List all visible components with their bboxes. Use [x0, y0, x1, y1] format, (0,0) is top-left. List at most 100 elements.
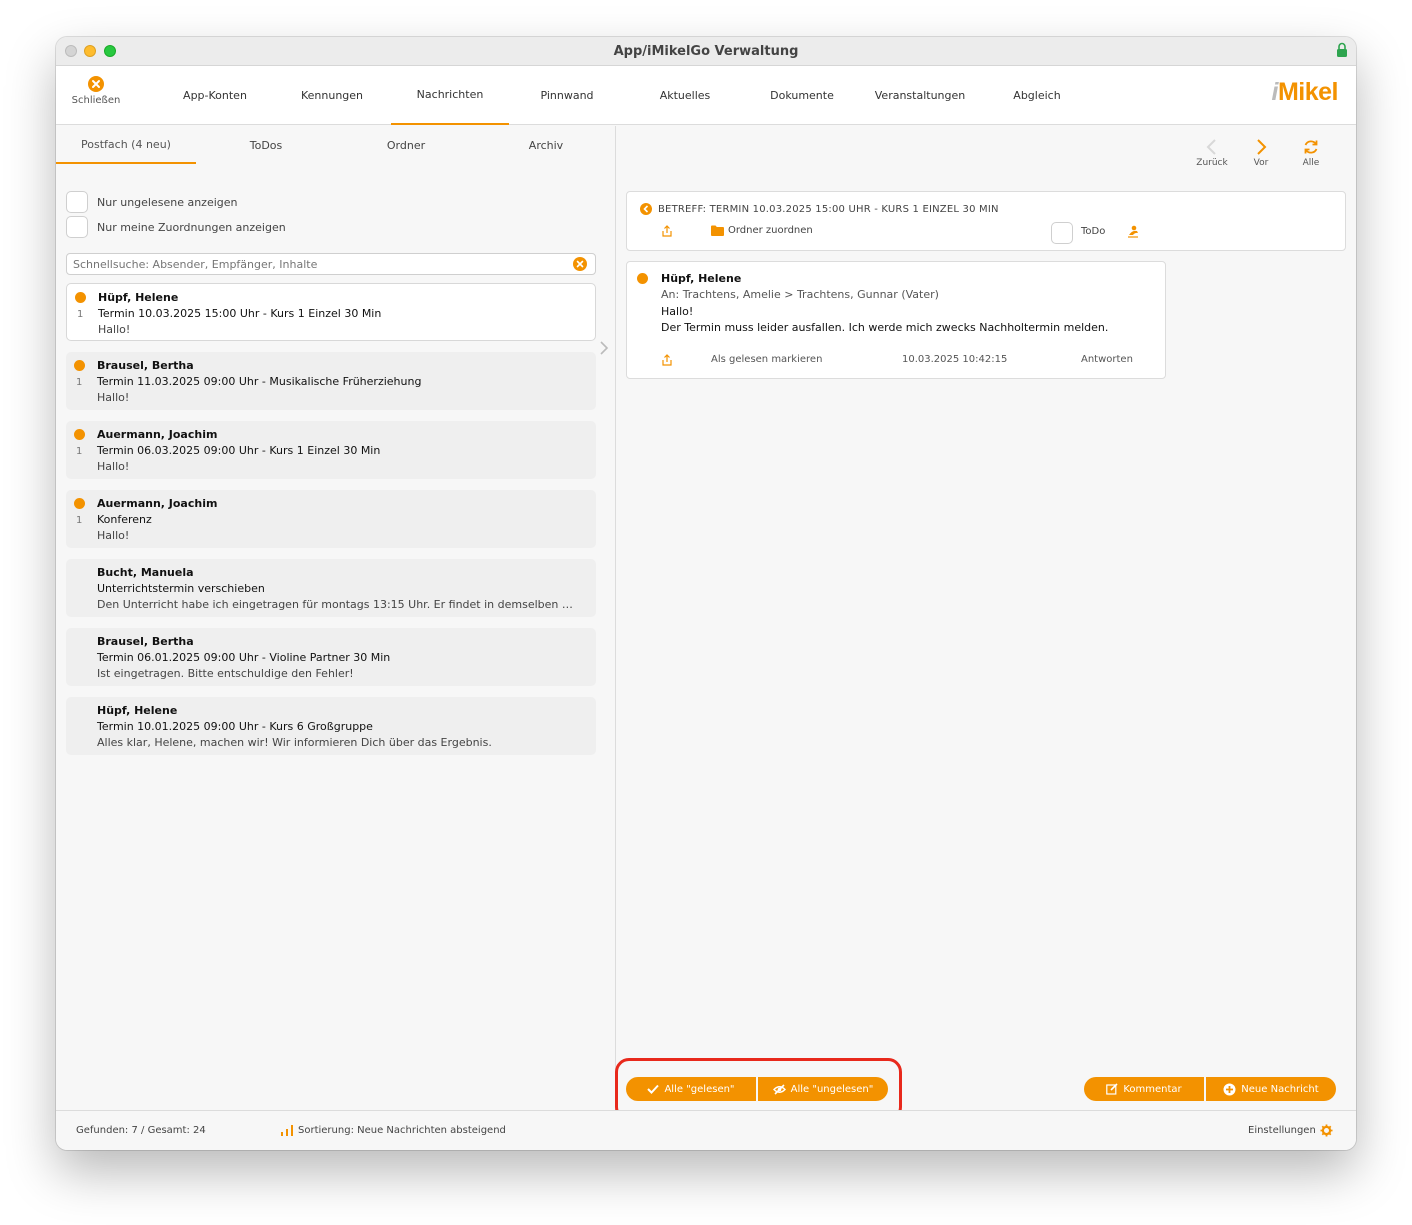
settings-link[interactable]: Einstellungen: [1248, 1125, 1316, 1136]
message-preview: Alles klar, Helene, machen wir! Wir info…: [97, 736, 492, 749]
gear-icon[interactable]: [1320, 1124, 1333, 1137]
assign-user-icon[interactable]: [1127, 225, 1140, 238]
subtab-archiv[interactable]: Archiv: [476, 126, 616, 164]
main-toolbar: Schließen App-Konten Kennungen Nachricht…: [56, 66, 1356, 125]
close-button[interactable]: Schließen: [66, 76, 126, 106]
message-subject: Unterrichtstermin verschieben: [97, 582, 265, 595]
message-item[interactable]: 1 Brausel, Bertha Termin 11.03.2025 09:0…: [66, 352, 596, 410]
tab-veranstaltungen[interactable]: Veranstaltungen: [861, 66, 979, 125]
message-sender: Auermann, Joachim: [97, 428, 218, 441]
close-circle-icon: [88, 76, 104, 92]
todo-checkbox[interactable]: [1051, 222, 1073, 244]
unread-dot: [74, 360, 85, 371]
chevron-right-icon[interactable]: [599, 341, 609, 355]
new-message-button[interactable]: Neue Nachricht: [1206, 1077, 1336, 1101]
chevron-right-icon: [1257, 139, 1267, 155]
app-window: App/iMikelGo Verwaltung Schließen App-Ko…: [56, 37, 1356, 1150]
message-sender: Brausel, Bertha: [97, 635, 194, 648]
tab-nachrichten[interactable]: Nachrichten: [391, 66, 509, 125]
reply-link[interactable]: Antworten: [1081, 354, 1133, 365]
imikel-logo: iMikel: [1272, 78, 1339, 112]
subject-box: BETREFF: TERMIN 10.03.2025 15:00 UHR - K…: [626, 191, 1346, 251]
message-item[interactable]: 1 Hüpf, Helene Termin 10.03.2025 15:00 U…: [66, 283, 596, 341]
filter-mine-label: Nur meine Zuordnungen anzeigen: [97, 220, 286, 234]
window-title: App/iMikelGo Verwaltung: [613, 44, 799, 59]
all-label: Alle: [1302, 158, 1320, 168]
message-count: 1: [76, 446, 83, 457]
chevron-left-icon: [1206, 139, 1216, 155]
back-arrow-icon[interactable]: [640, 203, 652, 215]
new-message-label: Neue Nachricht: [1241, 1083, 1319, 1095]
search-input[interactable]: [66, 253, 596, 275]
message-item[interactable]: 1 Auermann, Joachim Konferenz Hallo!: [66, 490, 596, 548]
back-button[interactable]: Zurück: [1189, 138, 1235, 168]
message-sender: Brausel, Bertha: [97, 359, 194, 372]
assign-folder-button[interactable]: Ordner zuordnen: [711, 225, 813, 236]
message-preview: Hallo!: [98, 323, 131, 336]
message-subject: Konferenz: [97, 513, 152, 526]
message-preview: Ist eingetragen. Bitte entschuldige den …: [97, 667, 354, 680]
forward-button[interactable]: Vor: [1238, 138, 1284, 168]
message-body: Hallo! Der Termin muss leider ausfallen.…: [661, 305, 1109, 334]
message-preview: Hallo!: [97, 529, 130, 542]
tab-app-konten[interactable]: App-Konten: [156, 66, 274, 125]
unread-dot: [74, 429, 85, 440]
filter-unread-label: Nur ungelesene anzeigen: [97, 195, 238, 209]
all-button[interactable]: Alle: [1288, 138, 1334, 168]
subtab-ordner[interactable]: Ordner: [336, 126, 476, 164]
message-subject: Termin 06.03.2025 09:00 Uhr - Kurs 1 Ein…: [97, 444, 381, 457]
unread-dot: [74, 498, 85, 509]
message-item[interactable]: Hüpf, Helene Termin 10.01.2025 09:00 Uhr…: [66, 697, 596, 755]
message-count: 1: [76, 515, 83, 526]
message-sender: Hüpf, Helene: [98, 291, 179, 304]
forward-label: Vor: [1253, 158, 1269, 168]
tab-pinnwand[interactable]: Pinnwand: [508, 66, 626, 125]
subtab-postfach[interactable]: Postfach (4 neu): [56, 126, 196, 164]
message-recipients: An: Trachtens, Amelie > Trachtens, Gunna…: [661, 288, 939, 301]
sort-order[interactable]: Sortierung: Neue Nachrichten absteigend: [298, 1125, 506, 1136]
title-bar: App/iMikelGo Verwaltung: [56, 37, 1356, 66]
message-count: 1: [77, 309, 84, 320]
lock-icon: [1337, 42, 1347, 57]
todo-label: ToDo: [1081, 226, 1106, 237]
comment-button[interactable]: Kommentar: [1084, 1077, 1204, 1101]
message-subject: Termin 10.01.2025 09:00 Uhr - Kurs 6 Gro…: [97, 720, 373, 733]
message-preview: Hallo!: [97, 391, 130, 404]
tab-dokumente[interactable]: Dokumente: [743, 66, 861, 125]
assign-folder-label: Ordner zuordnen: [728, 225, 813, 236]
tab-abgleich[interactable]: Abgleich: [978, 66, 1096, 125]
filter-mine-only[interactable]: Nur meine Zuordnungen anzeigen: [66, 216, 286, 238]
tab-kennungen[interactable]: Kennungen: [273, 66, 391, 125]
message-sender: Hüpf, Helene: [97, 704, 178, 717]
message-preview: Hallo!: [97, 460, 130, 473]
message-subject: Termin 10.03.2025 15:00 Uhr - Kurs 1 Ein…: [98, 307, 382, 320]
close-button-label: Schließen: [71, 95, 121, 106]
message-sender: Hüpf, Helene: [661, 272, 742, 285]
folder-icon: [711, 225, 724, 236]
refresh-icon: [1304, 140, 1318, 154]
message-item[interactable]: 1 Auermann, Joachim Termin 06.03.2025 09…: [66, 421, 596, 479]
mark-read-link[interactable]: Als gelesen markieren: [711, 354, 822, 365]
message-detail-pane: Zurück Vor Alle BETREFF: TERMIN 10.03.20…: [617, 126, 1356, 1110]
clear-search-icon[interactable]: [573, 257, 587, 271]
message-sender: Bucht, Manuela: [97, 566, 194, 579]
unread-dot: [637, 273, 648, 284]
status-bar: Gefunden: 7 / Gesamt: 24 Sortierung: Neu…: [56, 1110, 1356, 1150]
edit-icon: [1106, 1083, 1118, 1095]
unread-dot: [75, 292, 86, 303]
message-sender: Auermann, Joachim: [97, 497, 218, 510]
comment-label: Kommentar: [1123, 1083, 1182, 1095]
sort-bars-icon: [281, 1125, 293, 1136]
share-icon[interactable]: [662, 354, 672, 366]
message-list-pane: Postfach (4 neu) ToDos Ordner Archiv Nur…: [56, 126, 616, 1110]
filter-mine-checkbox[interactable]: [66, 216, 88, 238]
subtab-todos[interactable]: ToDos: [196, 126, 336, 164]
message-item[interactable]: Bucht, Manuela Unterrichtstermin verschi…: [66, 559, 596, 617]
share-icon[interactable]: [662, 225, 672, 237]
message-subject: Termin 11.03.2025 09:00 Uhr - Musikalisc…: [97, 375, 422, 388]
filter-unread-checkbox[interactable]: [66, 191, 88, 213]
filter-unread-only[interactable]: Nur ungelesene anzeigen: [66, 191, 238, 213]
tab-aktuelles[interactable]: Aktuelles: [626, 66, 744, 125]
message-item[interactable]: Brausel, Bertha Termin 06.01.2025 09:00 …: [66, 628, 596, 686]
message-count: 1: [76, 377, 83, 388]
